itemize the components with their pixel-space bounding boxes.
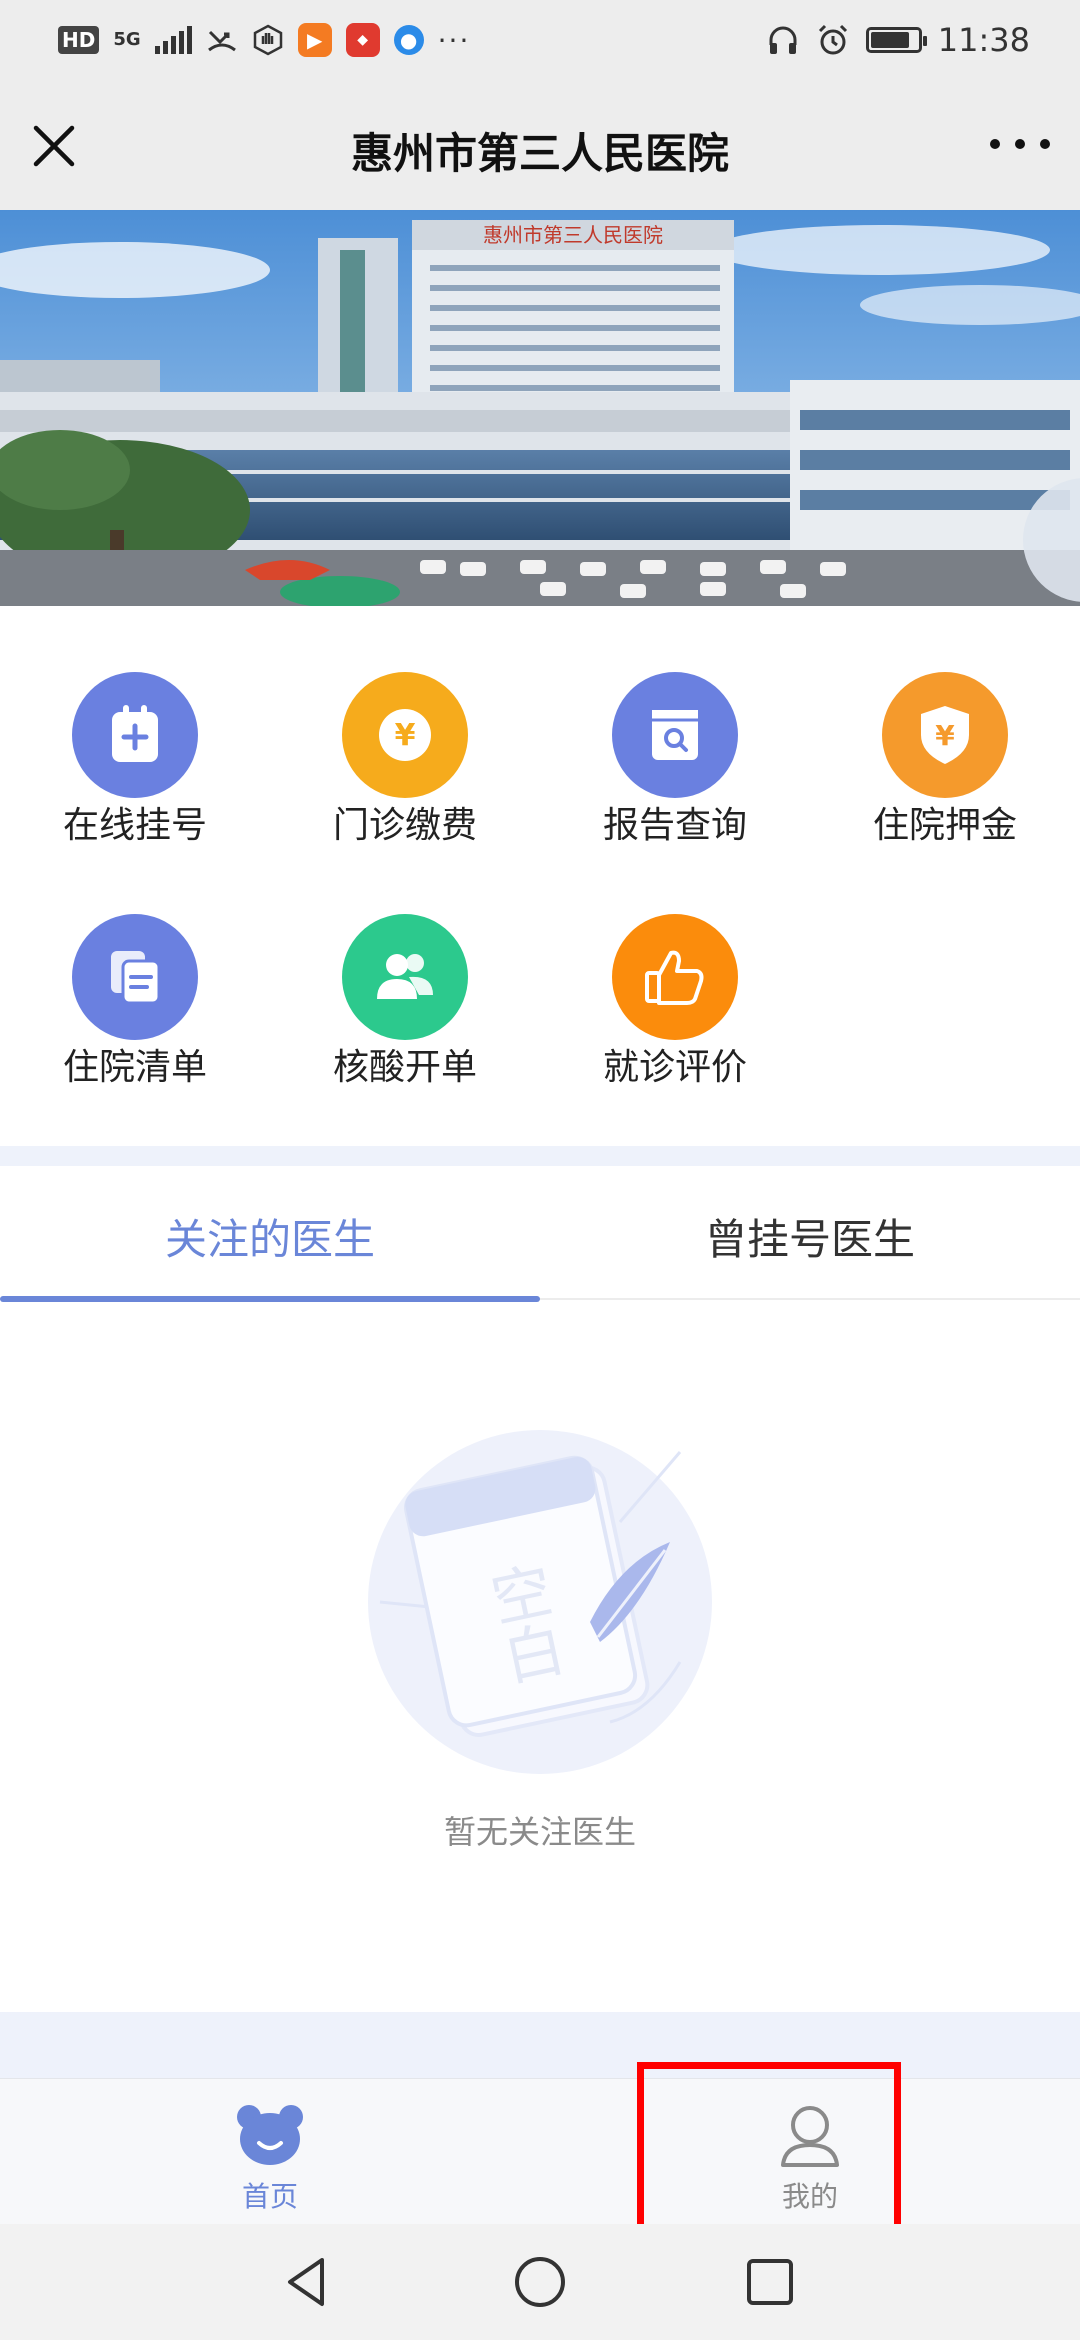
nav-label: 首页 bbox=[241, 2180, 298, 2213]
clock: 11:38 bbox=[937, 21, 1030, 59]
battery-level bbox=[870, 32, 910, 48]
system-navigation-bar bbox=[0, 2224, 1080, 2340]
shopping-app-icon: ◆ bbox=[345, 23, 380, 57]
battery-icon bbox=[865, 27, 927, 53]
title-bar: 惠州市第三人民医院 bbox=[0, 80, 1080, 210]
nav-home[interactable]: 首页 bbox=[0, 2079, 540, 2225]
highlight-box bbox=[637, 2062, 901, 2232]
video-app-icon: ▶ bbox=[297, 23, 332, 57]
service-menu: 在线挂号 ¥ 门诊缴费 报告查询 ¥ 住院押金 住院清单 核酸开单 就诊评价 bbox=[0, 606, 1080, 1146]
yuan-shield-icon: ¥ bbox=[882, 672, 1008, 798]
menu-label: 门诊缴费 bbox=[332, 805, 477, 846]
people-icon bbox=[342, 914, 468, 1040]
network-5g-label: 5G bbox=[113, 29, 141, 50]
app-screen: HD 5G ▶ ◆ ● ··· 11:38 惠州市第三人民医院 惠州市第三人民医… bbox=[0, 0, 1080, 2340]
home-circle-icon[interactable] bbox=[510, 2252, 570, 2312]
recent-apps-icon[interactable] bbox=[740, 2252, 800, 2312]
section-divider bbox=[0, 1146, 1080, 1166]
back-triangle-icon[interactable] bbox=[278, 2252, 338, 2312]
headphones-icon bbox=[769, 26, 797, 54]
yuan-coin-icon: ¥ bbox=[342, 672, 468, 798]
menu-label: 核酸开单 bbox=[332, 1047, 477, 1088]
menu-visit-evaluation[interactable]: 就诊评价 bbox=[540, 914, 810, 1104]
menu-outpatient-payment[interactable]: ¥ 门诊缴费 bbox=[270, 672, 540, 862]
menu-report-query[interactable]: 报告查询 bbox=[540, 672, 810, 862]
more-notifications-icon: ··· bbox=[437, 23, 471, 57]
tab-label: 曾挂号医生 bbox=[704, 1215, 915, 1264]
menu-inpatient-list[interactable]: 住院清单 bbox=[0, 914, 270, 1104]
thumbs-up-icon bbox=[612, 914, 738, 1040]
menu-label: 住院清单 bbox=[62, 1047, 207, 1088]
page-title: 惠州市第三人民医院 bbox=[350, 129, 729, 178]
menu-label: 在线挂号 bbox=[62, 805, 207, 846]
empty-notebook-illustration: 空白 bbox=[368, 1430, 712, 1774]
menu-label: 住院押金 bbox=[872, 805, 1017, 846]
menu-nucleic-acid-order[interactable]: 核酸开单 bbox=[270, 914, 540, 1104]
menu-label: 就诊评价 bbox=[602, 1047, 747, 1088]
report-search-icon bbox=[612, 672, 738, 798]
document-list-icon bbox=[72, 914, 198, 1040]
missed-call-icon bbox=[207, 30, 236, 52]
menu-inpatient-deposit[interactable]: ¥ 住院押金 bbox=[810, 672, 1080, 862]
more-options-icon[interactable] bbox=[990, 124, 1050, 164]
signal-icon bbox=[154, 26, 192, 54]
svg-text:¥: ¥ bbox=[935, 719, 955, 752]
hospital-building-image: 惠州市第三人民医院 bbox=[0, 210, 1080, 606]
svg-text:¥: ¥ bbox=[395, 718, 416, 753]
registration-icon bbox=[72, 672, 198, 798]
menu-label: 报告查询 bbox=[602, 805, 747, 846]
hospital-banner[interactable]: 惠州市第三人民医院 bbox=[0, 210, 1080, 606]
tab-label: 关注的医生 bbox=[164, 1215, 375, 1264]
status-bar: HD 5G ▶ ◆ ● ··· 11:38 bbox=[0, 0, 1080, 80]
empty-message: 暂无关注医生 bbox=[443, 1813, 636, 1851]
menu-online-registration[interactable]: 在线挂号 bbox=[0, 672, 270, 862]
tab-registered-doctors[interactable]: 曾挂号医生 bbox=[540, 1166, 1080, 1300]
hand-icon bbox=[253, 24, 282, 56]
building-sign: 惠州市第三人民医院 bbox=[483, 223, 663, 247]
tab-followed-doctors[interactable]: 关注的医生 bbox=[0, 1166, 540, 1302]
bear-home-icon bbox=[237, 2105, 303, 2165]
alarm-icon bbox=[818, 24, 847, 55]
status-left: HD 5G ▶ ◆ ● ··· bbox=[58, 20, 470, 60]
hd-badge: HD bbox=[58, 26, 100, 54]
browser-app-icon: ● bbox=[393, 25, 424, 55]
bottom-navigation: 首页 我的 bbox=[0, 2078, 1080, 2224]
doctor-tabs: 关注的医生 曾挂号医生 bbox=[0, 1166, 1080, 1302]
status-right: 11:38 bbox=[766, 20, 1030, 60]
bottom-spacer bbox=[0, 2012, 1080, 2078]
empty-state: 空白 暂无关注医生 bbox=[0, 1302, 1080, 2012]
